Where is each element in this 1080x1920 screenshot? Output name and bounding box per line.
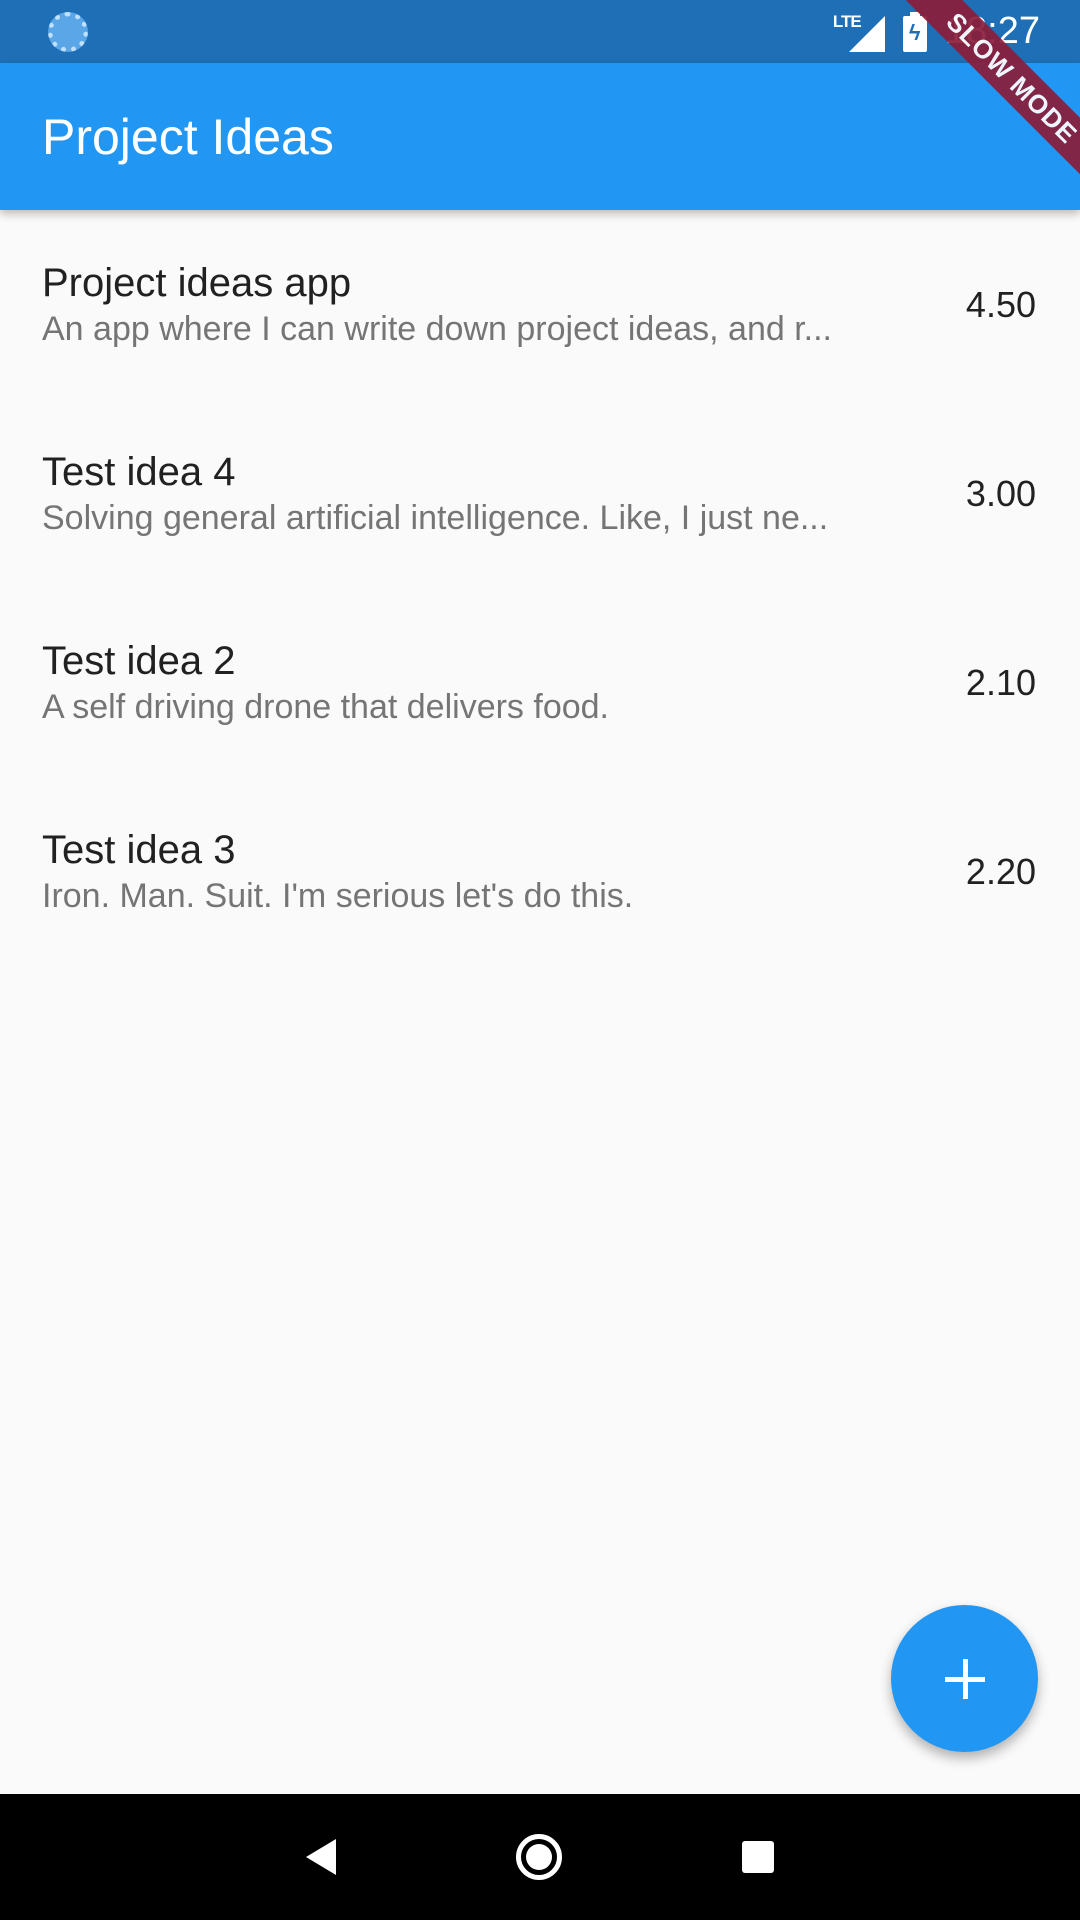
idea-description: An app where I can write down project id… xyxy=(42,309,833,348)
idea-description: A self driving drone that delivers food. xyxy=(42,687,609,726)
idea-score: 4.50 xyxy=(965,283,1036,325)
idea-title: Test idea 4 xyxy=(42,449,236,494)
idea-score: 2.20 xyxy=(965,850,1036,892)
idea-text: Test idea 3 Iron. Man. Suit. I'm serious… xyxy=(42,826,926,918)
idea-title: Project ideas app xyxy=(42,260,352,305)
screen: LTE ϟ 18:27 SLOW MODE Project Ideas Proj… xyxy=(0,0,1080,1920)
idea-text: Test idea 2 A self driving drone that de… xyxy=(42,637,926,729)
page-title: Project Ideas xyxy=(42,108,334,165)
add-idea-button[interactable] xyxy=(891,1605,1038,1752)
idea-text: Test idea 4 Solving general artificial i… xyxy=(42,448,926,540)
status-left xyxy=(48,11,88,52)
sync-icon xyxy=(48,11,88,52)
idea-list: Project ideas app An app where I can wri… xyxy=(0,210,1080,966)
idea-score: 3.00 xyxy=(965,472,1036,514)
idea-description: Iron. Man. Suit. I'm serious let's do th… xyxy=(42,876,634,915)
list-item[interactable]: Test idea 4 Solving general artificial i… xyxy=(0,399,1080,588)
idea-title: Test idea 2 xyxy=(42,638,236,683)
plus-icon xyxy=(944,1658,985,1699)
idea-description: Solving general artificial intelligence.… xyxy=(42,498,829,537)
signal-strength-icon xyxy=(848,15,885,52)
back-icon[interactable] xyxy=(306,1839,336,1875)
recents-icon[interactable] xyxy=(742,1841,774,1873)
list-item[interactable]: Project ideas app An app where I can wri… xyxy=(0,210,1080,399)
home-icon[interactable] xyxy=(516,1834,562,1880)
list-item[interactable]: Test idea 3 Iron. Man. Suit. I'm serious… xyxy=(0,777,1080,966)
app-bar: Project Ideas xyxy=(0,63,1080,210)
navigation-bar xyxy=(0,1794,1080,1920)
idea-title: Test idea 3 xyxy=(42,827,236,872)
lte-signal-icon: LTE xyxy=(833,12,885,52)
idea-text: Project ideas app An app where I can wri… xyxy=(42,259,926,351)
idea-score: 2.10 xyxy=(965,661,1036,703)
list-item[interactable]: Test idea 2 A self driving drone that de… xyxy=(0,588,1080,777)
